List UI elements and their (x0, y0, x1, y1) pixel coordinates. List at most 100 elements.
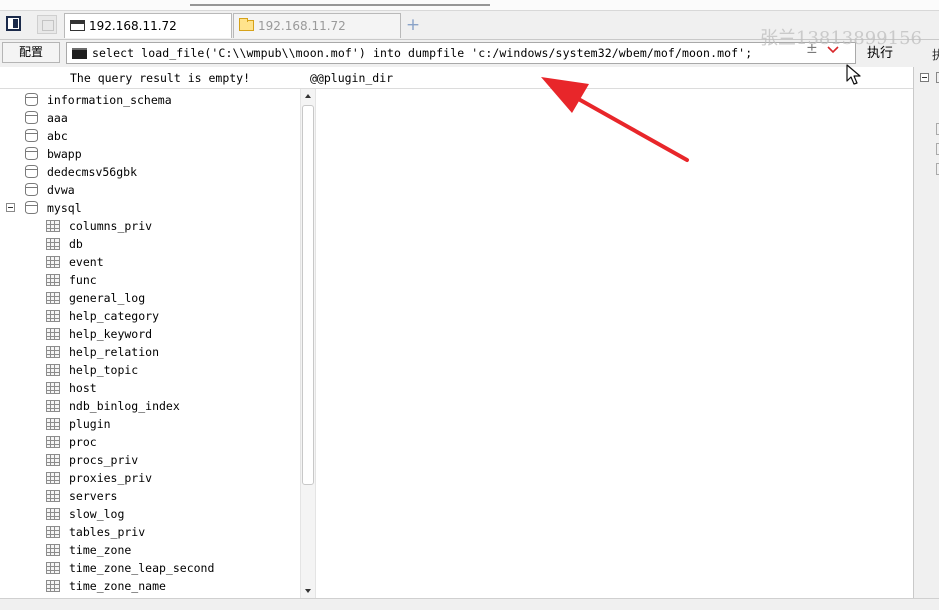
tree-table-row[interactable]: time_zone (0, 541, 300, 559)
scrollbar-thumb[interactable] (302, 105, 314, 485)
tree-db-aaa[interactable]: aaa (0, 109, 300, 127)
tree-db-abc[interactable]: abc (0, 127, 300, 145)
table-label: plugin (69, 417, 111, 431)
config-button[interactable]: 配置 (2, 42, 60, 63)
db-label: bwapp (47, 147, 82, 161)
table-label: time_zone_name (69, 579, 166, 593)
tab-label: 192.168.11.72 (258, 19, 346, 33)
table-icon (46, 346, 60, 358)
tree-table-row[interactable]: slow_log (0, 505, 300, 523)
database-tree: information_schema aaa abc bwapp dedecms… (0, 89, 300, 598)
database-icon (25, 201, 38, 214)
folder-icon (239, 18, 254, 31)
tree-db-mysql[interactable]: mysql (0, 199, 300, 217)
tree-table-row[interactable]: servers (0, 487, 300, 505)
cut-off-text (190, 0, 490, 6)
table-icon (46, 292, 60, 304)
table-label: procs_priv (69, 453, 139, 467)
scroll-down-icon[interactable] (305, 589, 311, 593)
result-column-header[interactable]: @@plugin_dir (310, 71, 393, 85)
tree-table-row[interactable]: ndb_binlog_index (0, 397, 300, 415)
query-status-message: The query result is empty! (70, 71, 251, 85)
tree-db-dedecmsv56gbk[interactable]: dedecmsv56gbk (0, 163, 300, 181)
database-icon (25, 93, 38, 106)
table-icon (46, 562, 60, 574)
table-label: ndb_binlog_index (69, 399, 180, 413)
table-icon (46, 436, 60, 448)
collapse-icon[interactable] (920, 73, 929, 82)
table-icon (46, 274, 60, 286)
tree-table-row[interactable]: help_relation (0, 343, 300, 361)
tree-table-row[interactable]: event (0, 253, 300, 271)
window-icon (70, 20, 85, 31)
tree-table-row[interactable]: db (0, 235, 300, 253)
db-label: mysql (47, 201, 82, 215)
new-tab-button[interactable]: + (402, 14, 424, 36)
tab-connection-files[interactable]: 192.168.11.72 (233, 13, 401, 38)
table-label: help_topic (69, 363, 139, 377)
table-icon (46, 454, 60, 466)
tree-table-row[interactable]: help_keyword (0, 325, 300, 343)
tab-label: 192.168.11.72 (89, 19, 177, 33)
tree-table-row[interactable]: time_zone_name (0, 577, 300, 595)
table-label: db (69, 237, 83, 251)
tree-table-row[interactable]: proc (0, 433, 300, 451)
table-icon (46, 310, 60, 322)
tree-table-row[interactable]: general_log (0, 289, 300, 307)
window-top-strip (0, 0, 939, 11)
table-label: time_zone_leap_second (69, 561, 215, 575)
table-label: proxies_priv (69, 471, 153, 485)
table-icon (46, 508, 60, 520)
db-label: abc (47, 129, 68, 143)
execute-button-partial[interactable]: 执 (932, 46, 939, 63)
table-icon (46, 328, 60, 340)
database-icon (25, 111, 38, 124)
collapse-icon[interactable] (6, 203, 15, 212)
table-icon (46, 418, 60, 430)
tree-db-information-schema[interactable]: information_schema (0, 91, 300, 109)
window-list-button[interactable] (37, 15, 57, 34)
tree-table-row[interactable]: host (0, 379, 300, 397)
table-label: columns_priv (69, 219, 153, 233)
table-label: general_log (69, 291, 146, 305)
table-label: help_relation (69, 345, 160, 359)
right-side-panel (913, 67, 939, 598)
tree-table-row[interactable]: procs_priv (0, 451, 300, 469)
tree-table-row[interactable]: plugin (0, 415, 300, 433)
table-label: event (69, 255, 104, 269)
sql-query-input[interactable]: select load_file('C:\\wmpub\\moon.mof') … (66, 42, 856, 64)
db-label: information_schema (47, 93, 172, 107)
sql-query-text[interactable]: select load_file('C:\\wmpub\\moon.mof') … (92, 46, 752, 60)
table-icon (46, 238, 60, 250)
scroll-up-icon[interactable] (305, 94, 311, 98)
tree-table-row[interactable]: proxies_priv (0, 469, 300, 487)
tree-table-row[interactable]: func (0, 271, 300, 289)
db-label: aaa (47, 111, 68, 125)
mouse-cursor-icon (846, 64, 861, 85)
tree-table-row[interactable]: tables_priv (0, 523, 300, 541)
tree-table-row[interactable]: time_zone_leap_second (0, 559, 300, 577)
tree-db-dvwa[interactable]: dvwa (0, 181, 300, 199)
db-label: dvwa (47, 183, 75, 197)
tab-connection-active[interactable]: 192.168.11.72 (64, 13, 232, 38)
query-results-grid[interactable] (316, 89, 913, 598)
table-icon (46, 256, 60, 268)
table-icon (46, 220, 60, 232)
tree-db-bwapp[interactable]: bwapp (0, 145, 300, 163)
bottom-status-strip (0, 598, 939, 610)
table-icon (46, 580, 60, 592)
tree-table-row[interactable]: help_topic (0, 361, 300, 379)
database-icon (25, 147, 38, 160)
table-label: proc (69, 435, 97, 449)
tree-table-row[interactable]: help_category (0, 307, 300, 325)
tree-table-row[interactable]: columns_priv (0, 217, 300, 235)
table-label: tables_priv (69, 525, 146, 539)
database-icon (25, 165, 38, 178)
table-icon (46, 490, 60, 502)
database-icon (25, 129, 38, 142)
tree-scrollbar[interactable] (300, 89, 316, 598)
panel-toggle-icon[interactable] (6, 16, 21, 31)
table-label: slow_log (69, 507, 125, 521)
table-icon (46, 364, 60, 376)
result-header-row: The query result is empty! @@plugin_dir (0, 64, 939, 89)
